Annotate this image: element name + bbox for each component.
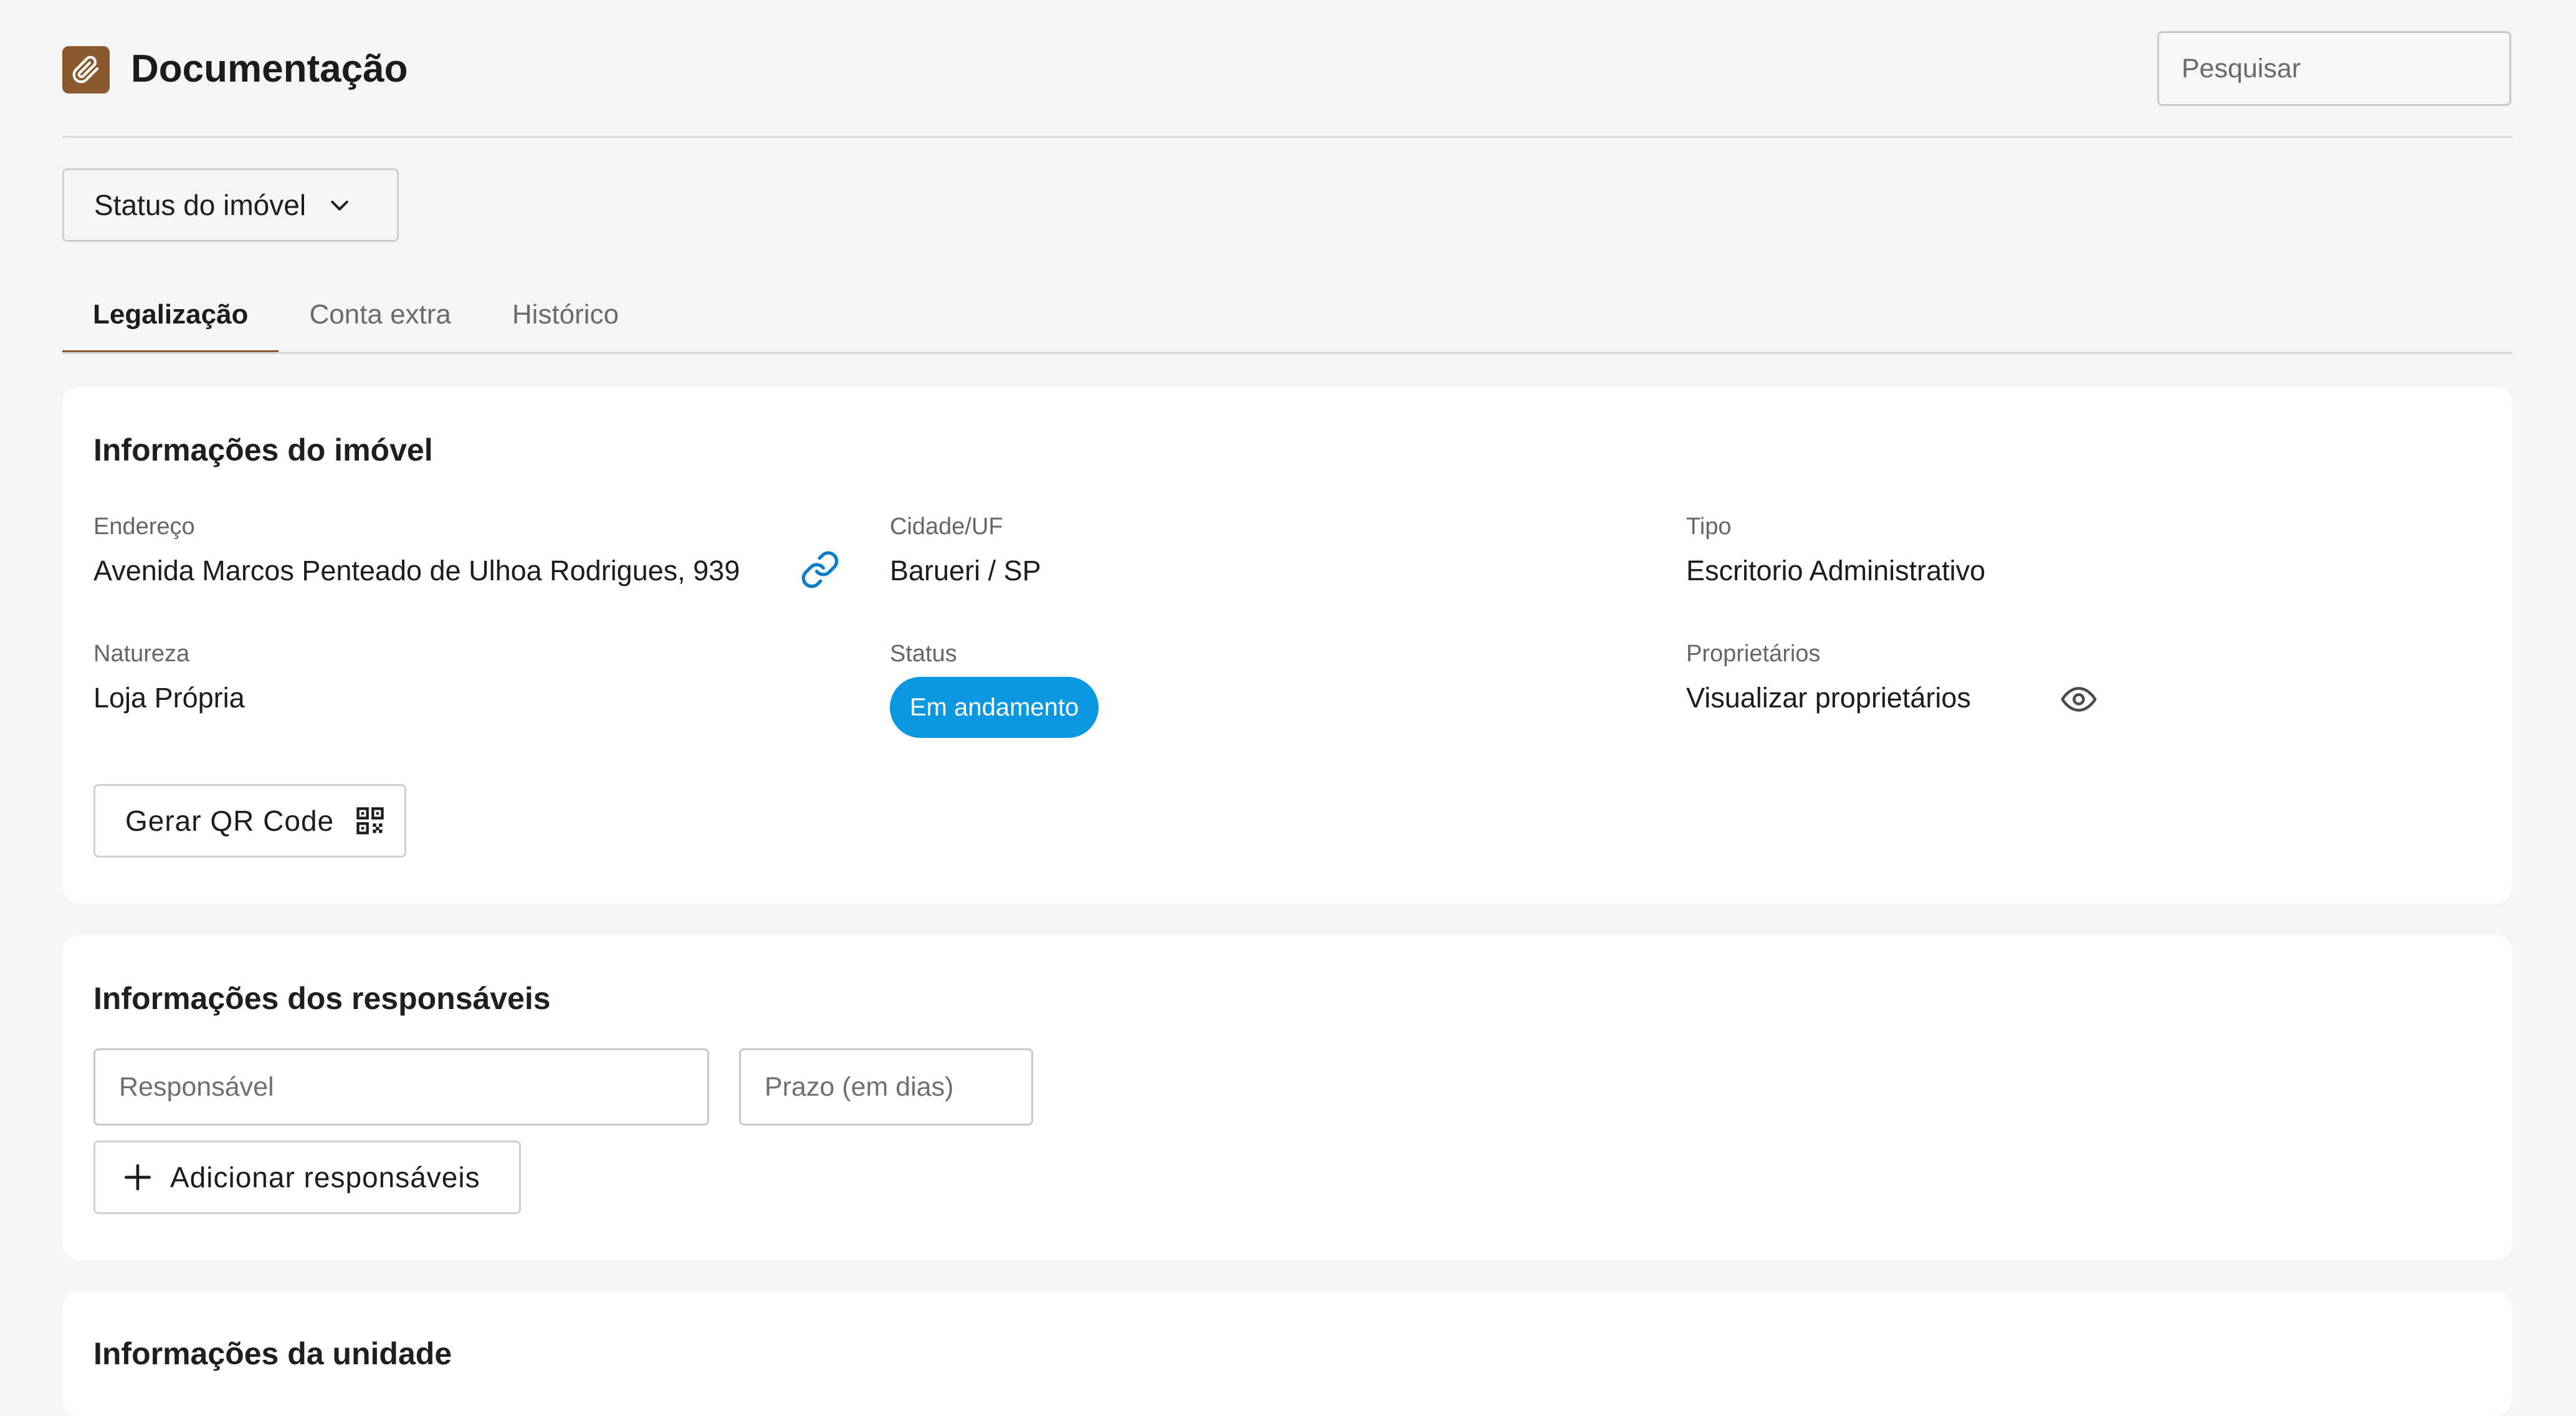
endereco-label: Endereço	[93, 514, 195, 540]
tipo-label: Tipo	[1686, 514, 1732, 540]
generate-qr-label: Gerar QR Code	[125, 805, 335, 837]
generate-qr-button[interactable]: Gerar QR Code	[93, 784, 406, 858]
natureza-label: Natureza	[93, 641, 190, 667]
cidade-label: Cidade/UF	[890, 514, 1003, 540]
section-title-responsibles: Informações dos responsáveis	[93, 981, 551, 1016]
tipo-value: Escritorio Administrativo	[1686, 555, 1986, 586]
endereco-value: Avenida Marcos Penteado de Ulhoa Rodrigu…	[93, 555, 740, 586]
responsible-field[interactable]	[93, 1048, 709, 1126]
view-owners-link[interactable]: Visualizar proprietários	[1686, 681, 1971, 715]
search-box[interactable]	[2157, 31, 2528, 106]
deadline-input[interactable]	[763, 1071, 1031, 1103]
responsible-input[interactable]	[118, 1071, 707, 1103]
tab-legalizacao[interactable]: Legalização	[62, 293, 279, 355]
plus-icon	[125, 1164, 151, 1190]
tab-historico[interactable]: Histórico	[482, 293, 649, 355]
section-title-unit: Informações da unidade	[93, 1336, 452, 1371]
tab-divider	[62, 352, 2512, 354]
status-badge: Em andamento	[890, 677, 1099, 738]
tab-conta-extra[interactable]: Conta extra	[279, 293, 481, 355]
search-input[interactable]	[2180, 52, 2528, 85]
status-dropdown[interactable]: Status do imóvel	[62, 168, 399, 242]
app-logo	[62, 46, 110, 93]
add-responsibles-button[interactable]: Adicionar responsáveis	[93, 1141, 521, 1214]
chevron-down-icon	[331, 201, 348, 211]
proprietarios-label: Proprietários	[1686, 641, 1821, 667]
section-title-property: Informações do imóvel	[93, 433, 433, 467]
property-info-card: Informações do imóvel Endereço Avenida M…	[62, 386, 2512, 904]
status-dropdown-label: Status do imóvel	[94, 189, 307, 221]
tab-bar: Legalização Conta extra Histórico	[62, 293, 649, 355]
qr-code-icon	[356, 807, 384, 835]
header-divider	[62, 136, 2512, 138]
page-title: Documentação	[131, 47, 408, 90]
responsibles-card: Informações dos responsáveis Adicionar r…	[62, 935, 2512, 1260]
unit-info-card: Informações da unidade	[62, 1291, 2512, 1416]
add-responsibles-label: Adicionar responsáveis	[170, 1161, 480, 1194]
natureza-value: Loja Própria	[93, 682, 245, 714]
cidade-value: Barueri / SP	[890, 555, 1041, 586]
paperclip-icon	[72, 55, 99, 84]
status-label: Status	[890, 641, 957, 667]
link-icon[interactable]	[800, 550, 840, 590]
deadline-field[interactable]	[739, 1048, 1033, 1126]
eye-icon[interactable]	[2060, 681, 2097, 718]
